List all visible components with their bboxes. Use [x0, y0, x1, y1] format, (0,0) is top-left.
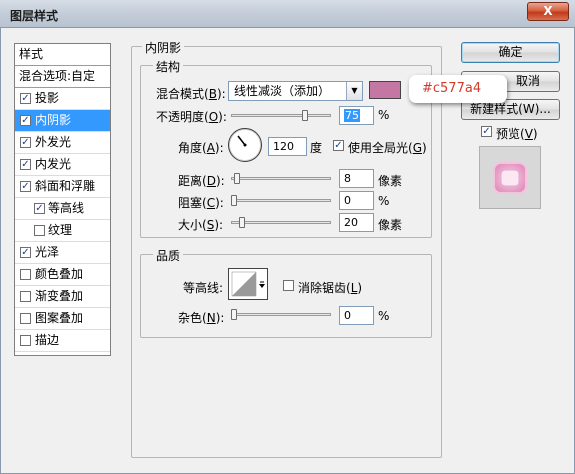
style-items: 投影内阴影外发光内发光斜面和浮雕等高线纹理光泽颜色叠加渐变叠加图案叠加描边 [15, 88, 110, 352]
style-item-checkbox[interactable] [20, 247, 31, 258]
style-item-checkbox[interactable] [34, 225, 45, 236]
contour-label: 等高线: [183, 281, 224, 295]
quality-title: 品质 [153, 247, 184, 264]
style-item-label: 内阴影 [35, 113, 72, 127]
structure-title: 结构 [153, 58, 184, 75]
style-item-label: 图案叠加 [35, 311, 84, 325]
style-item[interactable]: 外发光 [15, 132, 110, 154]
chevron-down-icon: ▼ [346, 82, 362, 100]
inner-shadow-title: 内阴影 [142, 39, 185, 56]
style-item-checkbox[interactable] [20, 313, 31, 324]
blend-mode-select[interactable]: 线性减淡（添加） ▼ [228, 81, 363, 101]
size-slider-track[interactable] [231, 221, 331, 224]
style-item-checkbox[interactable] [20, 137, 31, 148]
noise-unit: % [378, 309, 390, 323]
contour-picker[interactable] [228, 268, 268, 300]
styles-list: 样式 混合选项:自定 投影内阴影外发光内发光斜面和浮雕等高线纹理光泽颜色叠加渐变… [14, 43, 111, 356]
opacity-slider-track[interactable] [231, 114, 331, 117]
style-item[interactable]: 渐变叠加 [15, 286, 110, 308]
style-item-checkbox[interactable] [20, 159, 31, 170]
noise-slider-track[interactable] [231, 313, 331, 316]
style-item-checkbox[interactable] [20, 269, 31, 280]
cancel-button-label: 取消 [516, 74, 541, 88]
choke-input[interactable]: 0 [339, 191, 374, 210]
choke-slider-track[interactable] [231, 199, 331, 202]
angle-unit: 度 [310, 141, 323, 155]
noise-slider-thumb[interactable] [231, 309, 237, 320]
opacity-slider-thumb[interactable] [301, 110, 308, 121]
style-item[interactable]: 内阴影 [15, 110, 110, 132]
angle-input[interactable]: 120 [268, 137, 307, 156]
style-preview [479, 146, 541, 209]
choke-slider-thumb[interactable] [231, 195, 237, 206]
opacity-label: 不透明度(O): [156, 110, 227, 124]
style-item[interactable]: 内发光 [15, 154, 110, 176]
style-item-label: 斜面和浮雕 [35, 179, 96, 193]
style-item-checkbox[interactable] [20, 291, 31, 302]
color-tooltip: #c577a4 [409, 75, 507, 103]
distance-slider-thumb[interactable] [233, 173, 240, 184]
style-item[interactable]: 等高线 [15, 198, 110, 220]
blend-mode-value: 线性减淡（添加） [234, 84, 331, 98]
anti-alias-label: 消除锯齿(L) [298, 281, 363, 295]
style-item-checkbox[interactable] [20, 115, 31, 126]
style-item-label: 纹理 [48, 223, 73, 237]
style-item[interactable]: 斜面和浮雕 [15, 176, 110, 198]
size-unit: 像素 [378, 218, 403, 232]
noise-label: 杂色(N): [178, 311, 225, 325]
preview-checkbox[interactable] [481, 126, 492, 137]
style-item[interactable]: 纹理 [15, 220, 110, 242]
angle-dial[interactable] [228, 128, 262, 162]
title-bar[interactable]: 图层样式 X [0, 0, 575, 28]
close-button[interactable]: X [527, 2, 569, 21]
distance-input[interactable]: 8 [339, 169, 374, 188]
style-item-label: 颜色叠加 [35, 267, 84, 281]
style-item-label: 渐变叠加 [35, 289, 84, 303]
style-item[interactable]: 光泽 [15, 242, 110, 264]
style-item-checkbox[interactable] [20, 335, 31, 346]
angle-label: 角度(A): [178, 141, 224, 155]
size-label: 大小(S): [178, 218, 224, 232]
style-item[interactable]: 描边 [15, 330, 110, 352]
style-item-checkbox[interactable] [20, 93, 31, 104]
anti-alias-checkbox[interactable] [283, 280, 294, 291]
style-item[interactable]: 投影 [15, 88, 110, 110]
style-item-checkbox[interactable] [34, 203, 45, 214]
opacity-input[interactable]: 75 [339, 106, 374, 125]
style-item-label: 光泽 [35, 245, 60, 259]
opacity-unit: % [378, 108, 390, 122]
preview-thumbnail-icon [493, 162, 527, 194]
style-item-label: 描边 [35, 333, 60, 347]
window-title: 图层样式 [10, 9, 59, 23]
size-slider-thumb[interactable] [238, 217, 245, 228]
size-input[interactable]: 20 [339, 213, 374, 232]
global-light-checkbox[interactable] [333, 140, 344, 151]
styles-list-header[interactable]: 样式 [15, 44, 110, 66]
distance-slider-track[interactable] [231, 177, 331, 180]
distance-label: 距离(D): [178, 174, 225, 188]
style-item-label: 外发光 [35, 135, 72, 149]
global-light-label: 使用全局光(G) [348, 141, 427, 155]
blend-mode-label: 混合模式(B): [156, 87, 226, 101]
choke-unit: % [378, 194, 390, 208]
ok-button[interactable]: 确定 [461, 42, 560, 63]
style-item[interactable]: 颜色叠加 [15, 264, 110, 286]
style-item-label: 内发光 [35, 157, 72, 171]
preview-label: 预览(V) [496, 127, 538, 141]
style-item[interactable]: 图案叠加 [15, 308, 110, 330]
style-item-checkbox[interactable] [20, 181, 31, 192]
distance-unit: 像素 [378, 174, 403, 188]
blend-options-item[interactable]: 混合选项:自定 [15, 66, 110, 88]
choke-label: 阻塞(C): [178, 196, 224, 210]
style-item-label: 等高线 [48, 201, 85, 215]
noise-input[interactable]: 0 [339, 306, 374, 325]
style-item-label: 投影 [35, 91, 60, 105]
shadow-color-swatch[interactable] [369, 81, 401, 99]
contour-curve-icon [231, 271, 265, 297]
angle-dial-needle [237, 135, 247, 147]
